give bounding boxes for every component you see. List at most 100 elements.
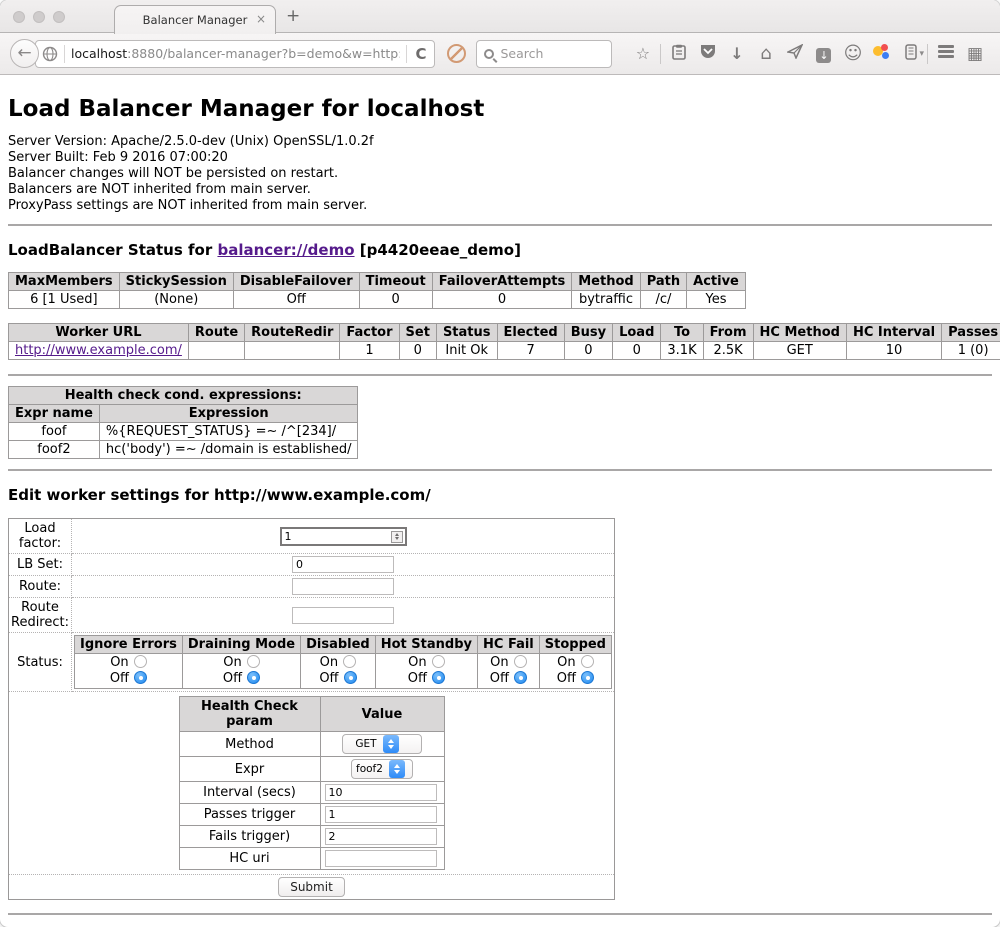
expr-label: Expr [179, 757, 320, 782]
divider [660, 44, 661, 64]
hc-uri-row: HC uri [179, 848, 444, 870]
tab-groups-grid-icon[interactable]: ▦ [960, 44, 990, 64]
divider [8, 469, 992, 471]
feedback-smiley-icon[interactable]: ☺ [838, 43, 867, 64]
health-check-params-table: Health Check param Value Method GET [179, 696, 445, 870]
hc-uri-label: HC uri [179, 848, 320, 870]
search-input[interactable]: Search [476, 40, 612, 68]
home-icon[interactable]: ⌂ [751, 43, 780, 64]
table-row: http://www.example.com/ 1 0 Init Ok 7 0 … [9, 342, 1000, 360]
downloads-icon[interactable]: ↓ [722, 44, 751, 63]
tab-bar: Balancer Manager × + [0, 0, 1000, 33]
zoom-window-button[interactable] [53, 11, 65, 23]
table-row: foof %{REQUEST_STATUS} =~ /^[234]/ [9, 423, 358, 441]
status-label: Status: [9, 633, 72, 692]
send-to-device-icon[interactable] [780, 44, 809, 63]
hc-uri-input[interactable] [325, 850, 437, 867]
method-label: Method [179, 732, 320, 757]
hc-fail-on-radio[interactable] [514, 655, 527, 668]
table-header-row: Health Check param Value [179, 697, 444, 732]
hot-standby-on-radio[interactable] [432, 655, 445, 668]
fails-input[interactable] [325, 828, 437, 845]
pocket-icon[interactable] [693, 44, 722, 63]
select-arrows-icon [383, 735, 399, 753]
route-redirect-input[interactable] [292, 607, 394, 624]
draining-mode-off-radio[interactable] [247, 671, 260, 684]
tab-close-icon[interactable]: × [256, 13, 266, 25]
draining-mode-on-radio[interactable] [247, 655, 260, 668]
lb-set-label: LB Set: [9, 554, 72, 576]
tab-balancer-manager[interactable]: Balancer Manager × [114, 5, 276, 34]
hot-standby-off-radio[interactable] [432, 671, 445, 684]
navigation-toolbar: ← localhost:8880/balancer-manager?b=demo… [0, 33, 1000, 75]
back-button[interactable]: ← [10, 39, 39, 68]
load-factor-input[interactable] [280, 527, 407, 546]
divider [8, 913, 992, 915]
new-tab-button[interactable]: + [286, 6, 300, 26]
hc-expressions-table: Health check cond. expressions: Expr nam… [8, 386, 358, 459]
balancer-status-heading: LoadBalancer Status for balancer://demo … [8, 241, 992, 259]
table-title-row: Health check cond. expressions: [9, 387, 358, 405]
content-blocked-icon[interactable] [447, 44, 466, 63]
divider [927, 44, 928, 64]
close-window-button[interactable] [13, 11, 25, 23]
lb-set-input[interactable] [292, 556, 394, 573]
route-redirect-row: Route Redirect: [9, 598, 615, 633]
menu-hamburger-icon[interactable] [931, 43, 960, 65]
load-factor-row: Load factor: [9, 519, 615, 554]
stopped-off-radio[interactable] [581, 671, 594, 684]
extension-download-icon[interactable]: ↓ [809, 44, 838, 63]
page-content: Load Balancer Manager for localhost Serv… [0, 96, 1000, 915]
table-header-row: Expr name Expression [9, 405, 358, 423]
globe-icon [42, 46, 58, 62]
worker-status-table: Worker URL Route RouteRedir Factor Set S… [8, 323, 1000, 360]
route-input[interactable] [292, 578, 394, 595]
edit-worker-heading: Edit worker settings for http://www.exam… [8, 486, 992, 504]
divider [406, 45, 407, 63]
hc-fail-off-radio[interactable] [514, 671, 527, 684]
method-row: Method GET [179, 732, 444, 757]
proxypass-note-line: ProxyPass settings are NOT inherited fro… [8, 198, 992, 214]
table-header-row: MaxMembers StickySession DisableFailover… [9, 273, 746, 291]
balancer-status-table: MaxMembers StickySession DisableFailover… [8, 272, 746, 309]
table-header-row: Ignore Errors Draining Mode Disabled Hot… [75, 636, 612, 654]
inherit-note-line: Balancers are NOT inherited from main se… [8, 182, 992, 198]
back-icon: ← [17, 43, 31, 63]
submit-button[interactable]: Submit [278, 877, 345, 897]
balancer-demo-link[interactable]: balancer://demo [217, 241, 354, 259]
method-select[interactable]: GET [342, 734, 422, 754]
minimize-window-button[interactable] [33, 11, 45, 23]
expr-select[interactable]: foof2 [351, 759, 413, 779]
reading-list-icon[interactable] [664, 44, 693, 64]
ignore-errors-on-radio[interactable] [134, 655, 147, 668]
bookmark-star-icon[interactable]: ☆ [628, 44, 657, 63]
load-factor-label: Load factor: [9, 519, 72, 554]
status-radio-row: On Off On Off On Off [75, 654, 612, 689]
table-row: 6 [1 Used] (None) Off 0 0 bytraffic /c/ … [9, 291, 746, 309]
status-flags-table: Ignore Errors Draining Mode Disabled Hot… [74, 635, 612, 689]
toolbar-buttons: ☆ ↓ ⌂ ↓ ☺ ▾ [628, 43, 924, 64]
interval-input[interactable] [325, 784, 437, 801]
disabled-on-radio[interactable] [343, 655, 356, 668]
ignore-errors-off-radio[interactable] [134, 671, 147, 684]
divider [8, 374, 992, 376]
route-row: Route: [9, 576, 615, 598]
fails-row: Fails trigger) [179, 826, 444, 848]
reload-icon[interactable]: C [413, 45, 428, 63]
server-version-line: Server Version: Apache/2.5.0-dev (Unix) … [8, 134, 992, 150]
window-controls[interactable] [13, 11, 65, 23]
number-spinner-icon[interactable] [391, 531, 403, 543]
interval-label: Interval (secs) [179, 782, 320, 804]
page-title: Load Balancer Manager for localhost [8, 96, 992, 122]
worker-url-link[interactable]: http://www.example.com/ [15, 343, 182, 358]
persist-note-line: Balancer changes will NOT be persisted o… [8, 166, 992, 182]
expr-row: Expr foof2 [179, 757, 444, 782]
passes-input[interactable] [325, 806, 437, 823]
url-bar[interactable]: localhost:8880/balancer-manager?b=demo&w… [35, 40, 435, 68]
colored-dots-icon[interactable] [867, 44, 896, 64]
divider [8, 224, 992, 226]
lb-set-row: LB Set: [9, 554, 615, 576]
stopped-on-radio[interactable] [581, 655, 594, 668]
route-redirect-label: Route Redirect: [9, 598, 72, 633]
disabled-off-radio[interactable] [344, 671, 357, 684]
